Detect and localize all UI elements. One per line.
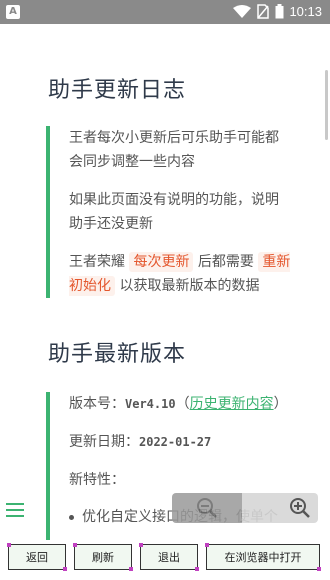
bottom-toolbar: 返回 刷新 退出 在浏览器中打开 [0,540,330,580]
latest-version-title: 助手最新版本 [48,342,187,367]
changelog-para-3: 王者荣耀 每次更新 后都需要 重新初始化 以获取最新版本的数据 [69,250,292,298]
webview-content[interactable]: 助手更新日志 王者每次小更新后可乐助手可能都会同步调整一些内容 如果此页面没有说… [0,24,330,540]
back-button[interactable]: 返回 [7,543,67,571]
open-in-browser-button[interactable]: 在浏览器中打开 [205,543,321,571]
history-open: （ [175,396,190,412]
history-link[interactable]: 历史更新内容 [190,396,274,412]
changelog-title: 助手更新日志 [48,78,187,103]
status-icons [233,4,284,19]
status-bar: A 10:13 [0,0,330,24]
no-sim-icon [257,4,269,19]
zoom-in-button[interactable] [242,493,318,523]
app-notification-icon: A [6,5,20,19]
wifi-icon [233,4,251,18]
version-label: 版本号： [69,396,125,412]
zoom-out-button[interactable] [172,493,242,523]
tag-every-update: 每次更新 [129,252,194,272]
changelog-block: 王者每次小更新后可乐助手可能都会同步调整一些内容 如果此页面没有说明的功能，说明… [46,126,292,298]
zoom-in-icon [290,498,310,518]
zoom-out-icon [197,498,217,518]
features-label: 新特性： [69,472,125,488]
battery-icon [275,4,284,19]
para3-suffix: 以获取最新版本的数据 [119,278,260,294]
date-line: 更新日期：2022-01-27 [69,430,292,454]
version-value: Ver4.10 [125,397,176,411]
bullet-dot [69,515,74,520]
changelog-para-2: 如果此页面没有说明的功能，说明助手还没更新 [69,192,279,232]
date-value: 2022-01-27 [139,435,212,449]
version-line: 版本号：Ver4.10（历史更新内容） [69,392,292,416]
refresh-button[interactable]: 刷新 [73,543,133,571]
scrollbar[interactable] [325,70,328,140]
date-label: 更新日期： [69,434,139,450]
status-time: 10:13 [289,4,322,19]
exit-button[interactable]: 退出 [139,543,199,571]
zoom-control [172,493,318,523]
menu-icon[interactable] [6,503,24,519]
para3-mid: 后都需要 [197,254,254,270]
para3-prefix: 王者荣耀 [69,254,125,270]
history-close: ） [273,396,288,412]
changelog-para-1: 王者每次小更新后可乐助手可能都会同步调整一些内容 [69,130,279,170]
